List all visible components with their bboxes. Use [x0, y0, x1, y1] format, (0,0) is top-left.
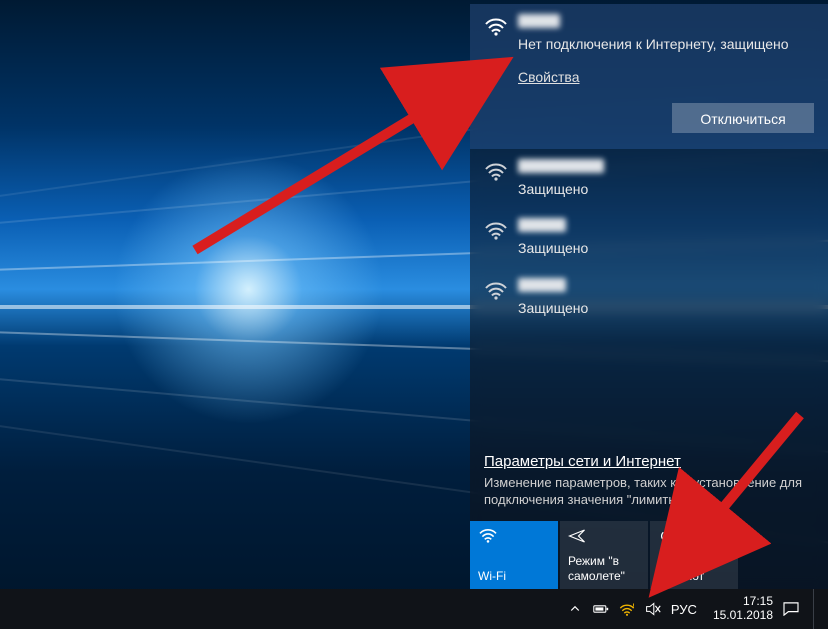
clock[interactable]: 17:15 15.01.2018 [713, 595, 773, 623]
network-ssid-redacted [518, 278, 566, 292]
network-list: Нет подключения к Интернету, защищено Св… [470, 4, 828, 445]
tile-airplane[interactable]: Режим "в самолете" [560, 521, 648, 589]
network-item[interactable]: Защищено [470, 268, 828, 328]
desktop: Нет подключения к Интернету, защищено Св… [0, 0, 828, 629]
network-status: Защищено [518, 299, 814, 318]
wifi-icon [478, 527, 550, 545]
clock-time: 17:15 [713, 595, 773, 609]
network-ssid-redacted [518, 218, 566, 232]
network-tray-icon[interactable]: ! [619, 601, 635, 617]
hotspot-icon [658, 527, 730, 545]
tile-wifi[interactable]: Wi-Fi [470, 521, 558, 589]
network-settings-block: Параметры сети и Интернет Изменение пара… [470, 445, 828, 521]
network-settings-link[interactable]: Параметры сети и Интернет [484, 453, 681, 470]
airplane-icon [568, 527, 640, 545]
quick-tiles: Wi-Fi Режим "в самолете" [470, 521, 828, 589]
system-tray: ! РУС 17:15 15.01.2018 [567, 595, 799, 623]
tile-hotspot[interactable]: Мобильный хот-спот [650, 521, 738, 589]
show-desktop-button[interactable] [813, 589, 820, 629]
tile-label: Мобильный хот-спот [658, 554, 730, 583]
network-item[interactable]: Защищено [470, 208, 828, 268]
network-status: Защищено [518, 180, 814, 199]
network-ssid-redacted [518, 14, 560, 28]
language-indicator[interactable]: РУС [671, 602, 697, 617]
tile-label: Режим "в самолете" [568, 554, 640, 583]
tile-label: Wi-Fi [478, 569, 550, 583]
tray-chevron-up-icon[interactable] [567, 601, 583, 617]
clock-date: 15.01.2018 [713, 609, 773, 623]
network-flyout: Нет подключения к Интернету, защищено Св… [470, 4, 828, 589]
taskbar: ! РУС 17:15 15.01.2018 [0, 589, 828, 629]
network-item[interactable]: Защищено [470, 149, 828, 209]
wifi-icon [484, 220, 508, 240]
network-item-current[interactable]: Нет подключения к Интернету, защищено Св… [470, 4, 828, 149]
svg-text:!: ! [632, 603, 634, 610]
battery-icon[interactable] [593, 601, 609, 617]
properties-link[interactable]: Свойства [518, 68, 579, 87]
network-ssid-redacted [518, 159, 604, 173]
network-status: Защищено [518, 239, 814, 258]
network-settings-caption: Изменение параметров, таких как установл… [484, 474, 814, 509]
volume-muted-icon[interactable] [645, 601, 661, 617]
wifi-icon [484, 16, 508, 36]
disconnect-button[interactable]: Отключиться [672, 103, 814, 133]
wifi-icon [484, 280, 508, 300]
wifi-icon [484, 161, 508, 181]
action-center-icon[interactable] [783, 601, 799, 617]
network-status: Нет подключения к Интернету, защищено [518, 35, 814, 54]
